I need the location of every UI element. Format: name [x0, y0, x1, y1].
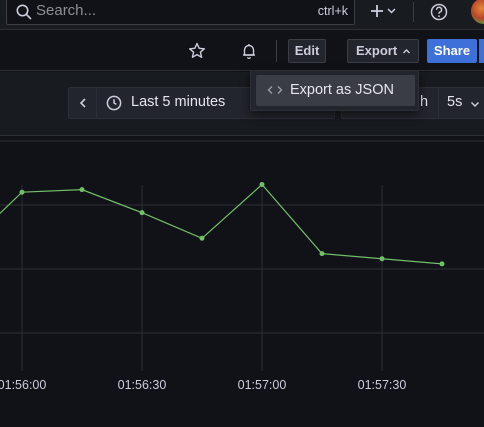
divider — [276, 40, 277, 62]
dashboard-toolbar: Edit Export Share — [0, 31, 484, 71]
new-button[interactable] — [366, 0, 404, 24]
refresh-button-label: h — [420, 94, 429, 110]
help-icon — [430, 3, 448, 21]
plus-icon — [371, 5, 396, 17]
share-dropdown-button[interactable] — [478, 39, 484, 63]
clock-icon — [106, 95, 122, 111]
time-range-label: Last 5 minutes — [131, 94, 226, 110]
data-point — [199, 235, 205, 241]
help-button[interactable] — [428, 1, 450, 23]
data-point — [379, 256, 385, 262]
x-tick-label: 01:56:30 — [118, 378, 167, 392]
chevron-left-icon — [79, 98, 86, 108]
export-button[interactable]: Export — [347, 39, 419, 63]
divider — [438, 88, 439, 118]
search-shortcut: ctrl+k — [317, 4, 348, 18]
star-icon[interactable] — [187, 41, 207, 61]
divider — [413, 2, 414, 22]
share-button[interactable]: Share — [427, 39, 477, 63]
x-tick-label: 01:56:00 — [0, 378, 46, 392]
export-as-json-label: Export as JSON — [290, 82, 394, 98]
data-point — [439, 261, 445, 267]
edit-button[interactable]: Edit — [288, 39, 326, 63]
x-tick-label: 01:57:00 — [238, 378, 287, 392]
bell-icon[interactable] — [239, 41, 259, 61]
series-line — [0, 183, 443, 265]
refresh-interval: 5s — [447, 94, 463, 110]
data-point — [139, 210, 145, 216]
code-icon — [267, 86, 283, 94]
search-icon — [16, 4, 32, 20]
data-point — [319, 251, 325, 257]
line-chart: 01:56:00 01:56:30 01:57:00 01:57:30 — [0, 140, 484, 392]
top-nav-bar: Search... ctrl+k — [0, 0, 484, 30]
x-tick-label: 01:57:30 — [358, 378, 407, 392]
chevron-up-icon — [403, 49, 410, 54]
time-range-button[interactable]: Last 5 minutes — [97, 88, 272, 118]
user-avatar[interactable] — [471, 0, 484, 24]
search-input[interactable]: Search... ctrl+k — [6, 0, 355, 25]
time-series-panel: 01:56:00 01:56:30 01:57:00 01:57:30 — [0, 137, 484, 427]
search-placeholder: Search... — [36, 2, 97, 19]
data-point — [79, 187, 85, 193]
export-as-json-item[interactable]: Export as JSON — [256, 75, 415, 106]
time-range-back-button[interactable] — [69, 88, 97, 118]
export-label: Export — [356, 43, 398, 58]
data-point — [259, 182, 265, 188]
data-point — [19, 189, 25, 195]
export-menu: Export as JSON — [250, 70, 419, 111]
chevron-down-icon — [470, 101, 480, 108]
